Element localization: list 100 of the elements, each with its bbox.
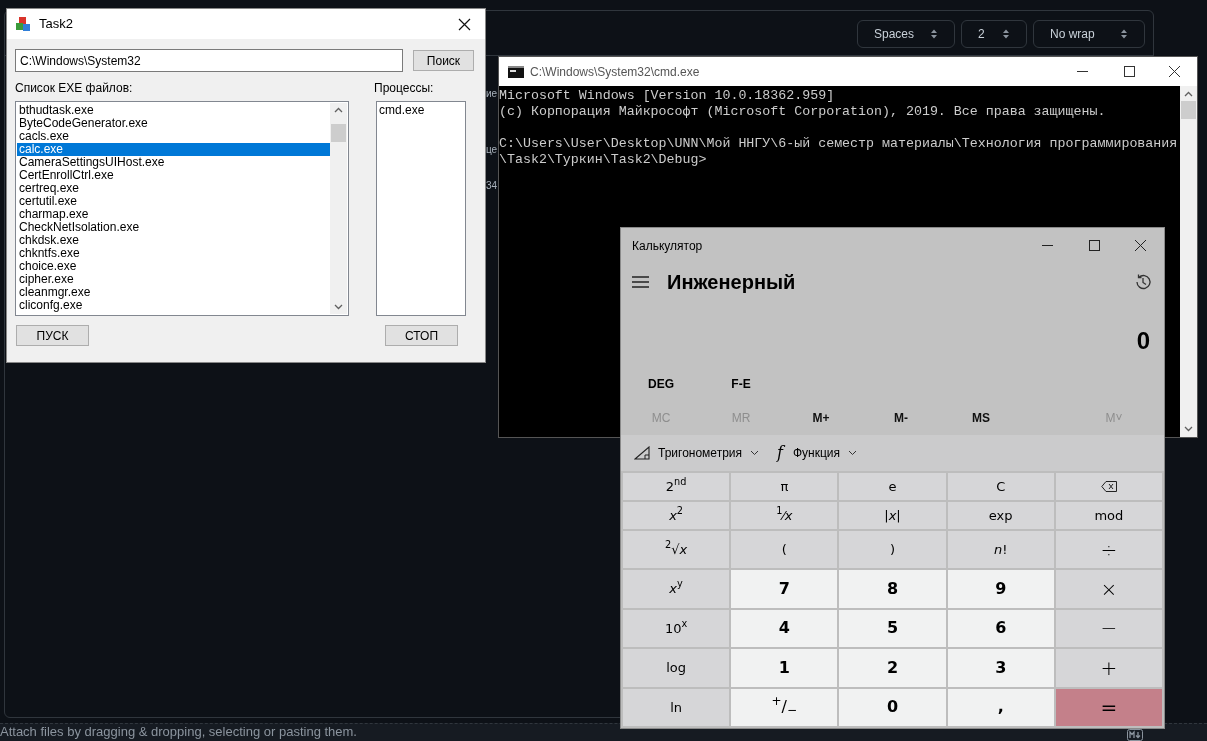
toolbar-dropdown[interactable]: Тригонометрия (634, 439, 760, 467)
toolbar-dropdown[interactable]: f Функция (777, 439, 858, 467)
exe-listbox[interactable] (15, 101, 349, 316)
calculator-key[interactable]: mod (1055, 501, 1162, 529)
scrollbar[interactable] (330, 103, 347, 314)
list-item[interactable]: cleanmgr.exe (17, 286, 330, 299)
scrollbar-thumb[interactable] (1181, 101, 1196, 119)
close-icon[interactable] (1169, 66, 1180, 77)
calculator-key[interactable]: $^{2}$√x (623, 530, 730, 569)
list-item[interactable]: calc.exe (17, 143, 330, 156)
scroll-down-icon[interactable] (1184, 426, 1193, 432)
list-label: Процессы: (374, 80, 434, 97)
list-item[interactable]: charmap.exe (17, 208, 330, 221)
console-line: (c) Корпорация Майкрософт (Microsoft Corporation), 2019. Все права защищены. (499, 104, 1107, 120)
scroll-up-icon[interactable] (1184, 91, 1193, 97)
list-item[interactable]: CameraSettingsUIHost.exe (17, 156, 330, 169)
function-glyph: f (777, 442, 783, 464)
window-title: Task2 (39, 15, 74, 34)
mode-title: Инженерный (667, 270, 797, 295)
select-dropdown[interactable]: 2 (961, 20, 1027, 48)
triangle-ruler-icon (634, 446, 650, 460)
calculator-key[interactable]: ) (839, 530, 946, 569)
console-icon (508, 65, 524, 78)
list-item[interactable]: chkntfs.exe (17, 247, 330, 260)
calculator-key[interactable]: $^{1}$⁄x (731, 501, 838, 529)
scrollbar[interactable] (1180, 86, 1197, 437)
scrollbar-thumb[interactable] (331, 124, 346, 142)
calculator-key[interactable]: |x| (839, 501, 946, 529)
scroll-up-icon[interactable] (334, 107, 343, 113)
select-dropdown[interactable]: No wrap (1033, 20, 1145, 48)
maximize-icon[interactable] (1089, 240, 1100, 251)
scroll-down-icon[interactable] (334, 304, 343, 310)
code-fragment: ие (486, 88, 498, 100)
updown-caret-icon (1002, 28, 1010, 40)
list-item[interactable]: cacls.exe (17, 130, 330, 143)
list-item[interactable]: cipher.exe (17, 273, 330, 286)
process-listbox[interactable]: cmd.exe (376, 101, 466, 316)
close-icon[interactable] (458, 17, 471, 31)
calculator-key[interactable]: − (1055, 609, 1162, 648)
list-item[interactable]: certutil.exe (17, 195, 330, 208)
calculator-key[interactable]: e (839, 473, 946, 500)
search-button[interactable]: Поиск (413, 50, 474, 71)
updown-caret-icon (930, 28, 938, 40)
memory-button[interactable]: MS (941, 403, 1021, 433)
calculator-key[interactable]: × (1055, 570, 1162, 608)
window-title: Калькулятор (632, 237, 704, 255)
calculator-key[interactable]: 7 (731, 570, 838, 608)
calculator-key[interactable]: 1 (731, 649, 838, 687)
calculator-key[interactable]: π (731, 473, 838, 500)
list-item[interactable]: chkdsk.exe (17, 234, 330, 247)
calculator-key[interactable]: 0 (839, 688, 946, 726)
list-item[interactable]: ByteCodeGenerator.exe (17, 117, 330, 130)
app-icon (15, 16, 31, 32)
notation-button[interactable]: F-E (701, 368, 781, 399)
menu-icon[interactable] (632, 276, 649, 288)
list-item[interactable]: choice.exe (17, 260, 330, 273)
calculator-key[interactable]: 2 (839, 649, 946, 687)
code-fragment: 34 (486, 180, 498, 192)
stop-button[interactable]: СТОП (385, 325, 458, 346)
close-icon[interactable] (1135, 240, 1146, 251)
calculator-key[interactable]: 4 (731, 609, 838, 648)
list-item[interactable]: cliconfg.exe (17, 299, 330, 312)
history-icon[interactable] (1134, 273, 1152, 291)
select-dropdown[interactable]: Spaces (857, 20, 955, 48)
calculator-key[interactable]: 5 (839, 609, 946, 648)
list-item[interactable]: CheckNetIsolation.exe (17, 221, 330, 234)
calculator-key[interactable]: 6 (947, 609, 1054, 648)
calculator-key[interactable]: 2$^{nd}$ (623, 473, 730, 500)
calculator-key[interactable]: exp (947, 501, 1054, 529)
calculator-key[interactable]: n! (947, 530, 1054, 569)
calculator-key[interactable]: 9 (947, 570, 1054, 608)
caret-icon (750, 450, 760, 456)
memory-button[interactable]: M+ (781, 403, 861, 433)
calculator-key[interactable]: 8 (839, 570, 946, 608)
calculator-key[interactable]: $^{+}$/$_{−}$ (731, 688, 838, 726)
calculator-key[interactable]: ÷ (1055, 530, 1162, 569)
calculator-key[interactable]: C (947, 473, 1054, 500)
maximize-icon[interactable] (1124, 66, 1135, 77)
calculator-key[interactable]: ln (623, 688, 730, 726)
angle-unit-button[interactable]: DEG (621, 368, 701, 399)
updown-caret-icon (1120, 28, 1128, 40)
list-item[interactable]: CertEnrollCtrl.exe (17, 169, 330, 182)
calculator-key[interactable]: + (1055, 649, 1162, 687)
calculator-key[interactable]: log (623, 649, 730, 687)
caret-icon (848, 450, 858, 456)
list-label: Список EXE файлов: (15, 80, 134, 97)
list-item[interactable]: cmd.exe (379, 104, 463, 117)
calculator-key[interactable]: 3 (947, 649, 1054, 687)
backspace-icon (1100, 480, 1117, 492)
path-field[interactable]: C:\Windows\System32 (15, 49, 403, 72)
calculator-key[interactable]: , (947, 688, 1054, 726)
calculator-key[interactable]: 10$^{x}$ (623, 609, 730, 648)
calculator-key[interactable]: x$^{y}$ (623, 570, 730, 608)
list-item[interactable]: certreq.exe (17, 182, 330, 195)
start-button[interactable]: ПУСК (16, 325, 89, 346)
calculator-key[interactable]: x$^{2}$ (623, 501, 730, 529)
calculator-key[interactable]: = (1055, 688, 1162, 726)
calculator-key[interactable]: ( (731, 530, 838, 569)
list-item[interactable]: bthudtask.exe (17, 104, 330, 117)
memory-button[interactable]: M- (861, 403, 941, 433)
